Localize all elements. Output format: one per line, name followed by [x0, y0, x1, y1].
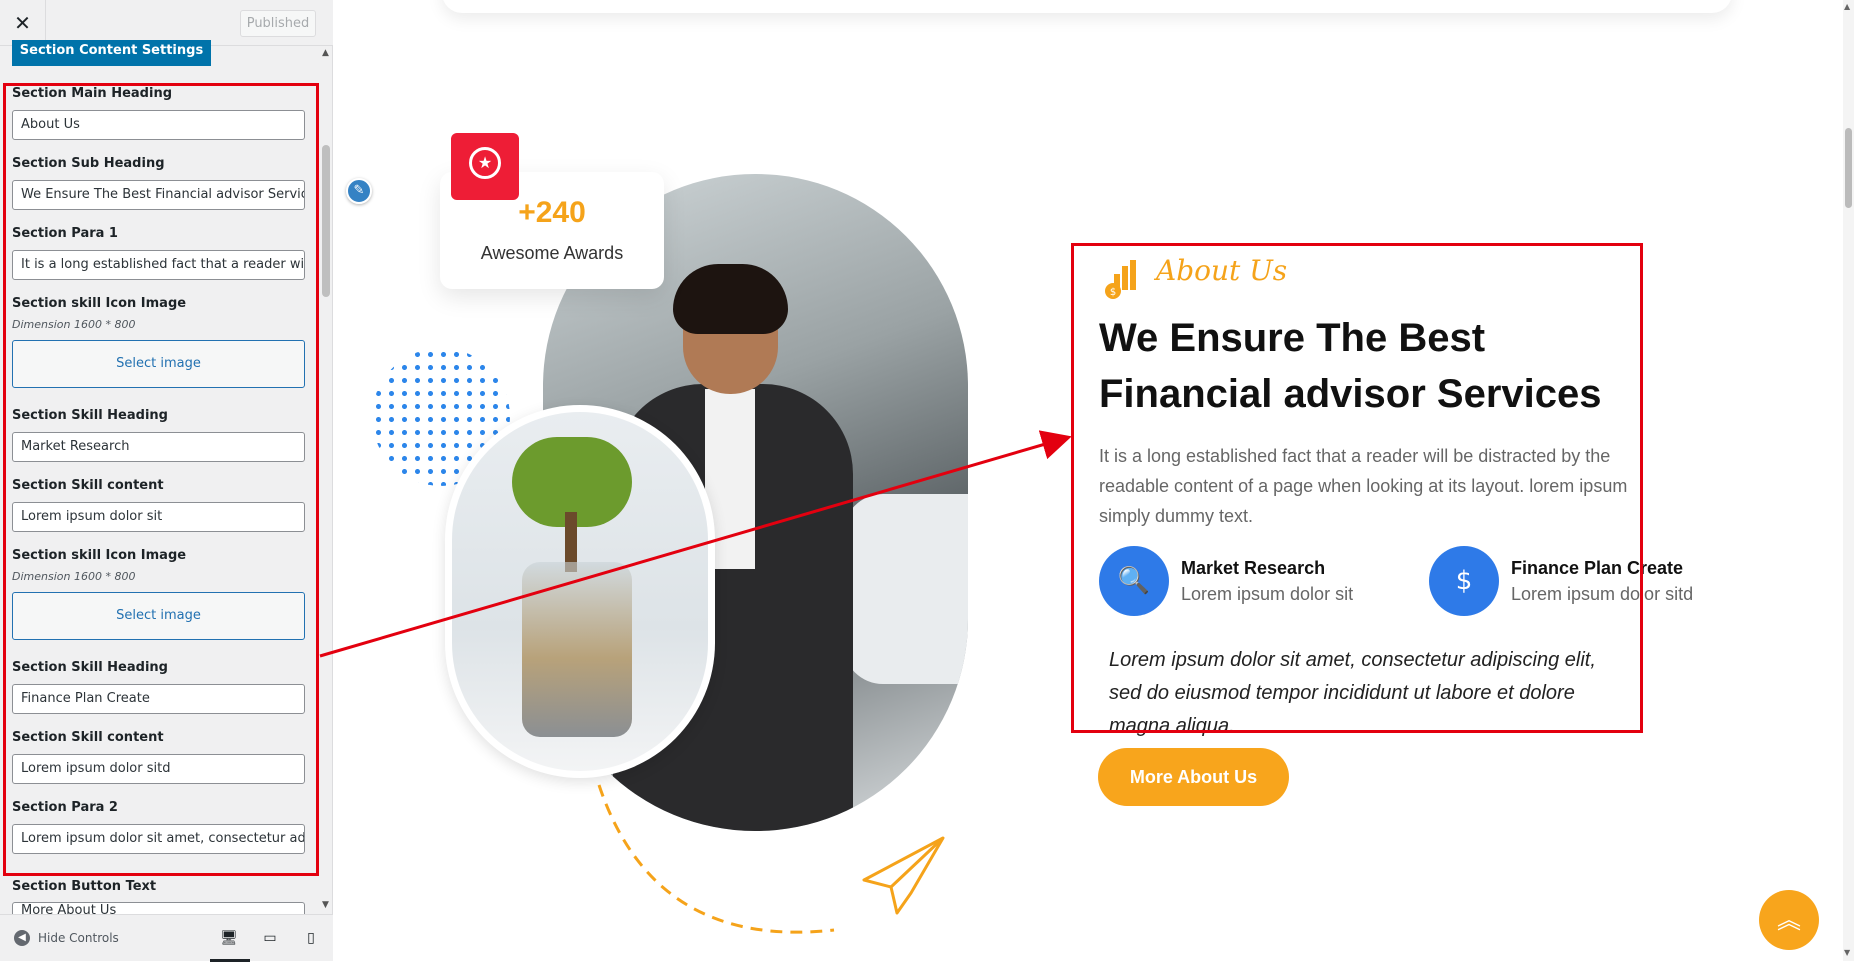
coin-jar-image: [522, 562, 632, 737]
jar-photo: [452, 412, 708, 771]
mobile-preview-icon[interactable]: ▯: [301, 928, 321, 948]
edit-shortcut-pencil-icon[interactable]: ✎: [346, 178, 372, 204]
tablet-preview-icon[interactable]: ▭: [260, 928, 280, 948]
collapse-arrow-icon: ◀: [14, 930, 30, 946]
dashed-path-decoration: [597, 784, 835, 934]
published-button[interactable]: Published: [240, 10, 316, 37]
award-number: +240: [518, 196, 586, 229]
paper-plane-icon: [862, 836, 945, 915]
back-to-top-button[interactable]: ︽: [1759, 890, 1819, 950]
star-icon: ★: [469, 147, 501, 179]
highlight-box-controls: [3, 83, 319, 876]
site-preview: ★ +240 Awesome Awards ✎ $ About Us We En…: [334, 0, 1854, 961]
scroll-down-arrow-icon[interactable]: ▼: [322, 900, 329, 910]
button-text-input[interactable]: More About Us: [12, 902, 305, 914]
scroll-up-arrow-icon[interactable]: ▲: [322, 48, 329, 58]
sidebar-scroll-thumb[interactable]: [322, 145, 330, 297]
previous-section-card: [442, 0, 1732, 13]
hide-controls-label: Hide Controls: [38, 931, 119, 945]
customizer-footer: ◀ Hide Controls 🖥 ▭ ▯: [0, 914, 333, 962]
car-image: [843, 494, 968, 684]
desktop-preview-icon[interactable]: 🖥: [219, 928, 239, 948]
scroll-down-arrow-icon[interactable]: ▼: [1844, 948, 1850, 957]
section-content-settings-tab[interactable]: Section Content Settings: [12, 40, 211, 66]
preview-scroll-thumb[interactable]: [1845, 128, 1852, 208]
person-hair: [673, 264, 788, 334]
highlight-box-preview: [1071, 243, 1643, 733]
award-badge-icon: ★: [451, 133, 519, 200]
more-about-us-button[interactable]: More About Us: [1098, 748, 1289, 806]
customizer-sidebar: ✕ Published Section Content Settings Sec…: [0, 0, 333, 962]
scroll-up-arrow-icon[interactable]: ▲: [1844, 2, 1850, 11]
award-label: Awesome Awards: [480, 243, 624, 263]
hide-controls-button[interactable]: ◀ Hide Controls: [14, 930, 119, 946]
control-label: Section Button Text: [12, 879, 157, 894]
